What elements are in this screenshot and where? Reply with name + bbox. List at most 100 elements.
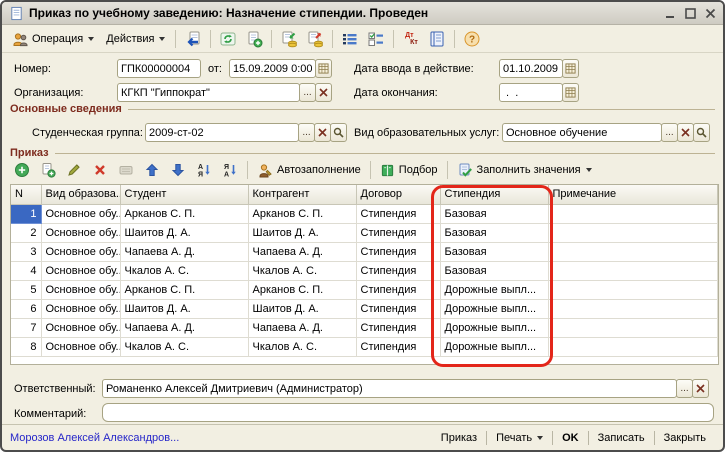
end-calendar-button[interactable] [562, 83, 579, 102]
cell-n[interactable]: 3 [11, 242, 41, 261]
actions-menu-button[interactable]: Действия [101, 28, 170, 50]
cell-scholarship[interactable]: Дорожные выпл... [440, 299, 548, 318]
cell-n[interactable]: 8 [11, 337, 41, 356]
sort-ascending-button[interactable]: АЯ [192, 159, 216, 181]
cell-student[interactable]: Арканов С. П. [120, 280, 248, 299]
student-group-clear-button[interactable] [314, 123, 331, 142]
help-button[interactable]: ? [460, 28, 484, 50]
reread-button[interactable] [181, 28, 205, 50]
operation-menu-button[interactable]: Операция [7, 28, 99, 50]
cell-contract[interactable]: Стипендия [356, 280, 440, 299]
move-down-button[interactable] [166, 159, 190, 181]
column-header-note[interactable]: Примечание [548, 185, 718, 204]
cell-contractor[interactable]: Чкалов А. С. [248, 337, 356, 356]
cell-student[interactable]: Чапаева А. Д. [120, 318, 248, 337]
from-date-input[interactable] [229, 59, 316, 78]
cell-student[interactable]: Шаитов Д. А. [120, 299, 248, 318]
cell-education-type[interactable]: Основное обу... [41, 318, 120, 337]
save-button[interactable]: Записать [589, 432, 654, 444]
cell-scholarship[interactable]: Дорожные выпл... [440, 280, 548, 299]
pick-button[interactable]: Подбор [376, 160, 442, 181]
ok-button[interactable]: OK [553, 432, 588, 444]
dtkt-button[interactable]: ДтКт [399, 28, 423, 50]
education-type-select-button[interactable]: ... [661, 123, 678, 142]
cell-education-type[interactable]: Основное обу... [41, 280, 120, 299]
end-edit-button[interactable] [114, 159, 138, 181]
table-row[interactable]: 7 Основное обу... Чапаева А. Д. Чапаева … [11, 318, 718, 337]
autofill-button[interactable]: Автозаполнение [253, 160, 365, 181]
column-header-education-type[interactable]: Вид образова... [41, 185, 120, 204]
column-header-contract[interactable]: Договор [356, 185, 440, 204]
cell-education-type[interactable]: Основное обу... [41, 204, 120, 223]
cell-contractor[interactable]: Шаитов Д. А. [248, 299, 356, 318]
list-button[interactable] [338, 28, 362, 50]
cell-contractor[interactable]: Чапаева А. Д. [248, 242, 356, 261]
education-type-clear-button[interactable] [677, 123, 694, 142]
column-header-n[interactable]: N [11, 185, 41, 204]
column-header-contractor[interactable]: Контрагент [248, 185, 356, 204]
close-button[interactable] [705, 8, 716, 19]
student-group-open-button[interactable] [330, 123, 347, 142]
education-type-input[interactable] [502, 123, 662, 142]
minimize-button[interactable] [665, 8, 676, 19]
cell-education-type[interactable]: Основное обу... [41, 223, 120, 242]
cell-student[interactable]: Чкалов А. С. [120, 337, 248, 356]
move-up-button[interactable] [140, 159, 164, 181]
unpost-document-button[interactable] [303, 28, 327, 50]
organization-clear-button[interactable] [315, 83, 332, 102]
cell-note[interactable] [548, 204, 718, 223]
cell-n[interactable]: 5 [11, 280, 41, 299]
student-group-input[interactable] [145, 123, 299, 142]
column-header-scholarship[interactable]: Стипендия [440, 185, 548, 204]
cell-education-type[interactable]: Основное обу... [41, 337, 120, 356]
number-input[interactable] [117, 59, 201, 78]
cell-note[interactable] [548, 223, 718, 242]
edit-row-button[interactable] [62, 159, 86, 181]
cell-contract[interactable]: Стипендия [356, 299, 440, 318]
cell-note[interactable] [548, 318, 718, 337]
column-header-student[interactable]: Студент [120, 185, 248, 204]
education-type-open-button[interactable] [693, 123, 710, 142]
cell-contract[interactable]: Стипендия [356, 318, 440, 337]
cell-contractor[interactable]: Шаитов Д. А. [248, 223, 356, 242]
responsible-select-button[interactable]: ... [676, 379, 693, 398]
cell-scholarship[interactable]: Дорожные выпл... [440, 318, 548, 337]
responsible-clear-button[interactable] [692, 379, 709, 398]
fill-values-button[interactable]: Заполнить значения [453, 160, 596, 181]
cell-contractor[interactable]: Арканов С. П. [248, 204, 356, 223]
table-row[interactable]: 1 Основное обу... Арканов С. П. Арканов … [11, 204, 718, 223]
responsible-input[interactable] [102, 379, 677, 398]
cell-student[interactable]: Чапаева А. Д. [120, 242, 248, 261]
cell-n[interactable]: 7 [11, 318, 41, 337]
cell-student[interactable]: Чкалов А. С. [120, 261, 248, 280]
checklist-button[interactable] [364, 28, 388, 50]
cell-contractor[interactable]: Чапаева А. Д. [248, 318, 356, 337]
maximize-button[interactable] [685, 8, 696, 19]
cell-note[interactable] [548, 280, 718, 299]
end-date-input[interactable] [499, 83, 563, 102]
cell-note[interactable] [548, 242, 718, 261]
table-row[interactable]: 4 Основное обу... Чкалов А. С. Чкалов А.… [11, 261, 718, 280]
cell-education-type[interactable]: Основное обу... [41, 299, 120, 318]
effective-calendar-button[interactable] [562, 59, 579, 78]
sort-descending-button[interactable]: ЯА [218, 159, 242, 181]
close-window-button[interactable]: Закрыть [655, 432, 715, 444]
comment-input[interactable] [102, 403, 714, 422]
table-row[interactable]: 3 Основное обу... Чапаева А. Д. Чапаева … [11, 242, 718, 261]
cell-scholarship[interactable]: Базовая [440, 223, 548, 242]
cell-note[interactable] [548, 261, 718, 280]
cell-contract[interactable]: Стипендия [356, 242, 440, 261]
cell-scholarship[interactable]: Базовая [440, 242, 548, 261]
table-row[interactable]: 2 Основное обу... Шаитов Д. А. Шаитов Д.… [11, 223, 718, 242]
add-row-button[interactable] [10, 159, 34, 181]
post-document-button[interactable] [277, 28, 301, 50]
cell-scholarship[interactable]: Базовая [440, 204, 548, 223]
cell-education-type[interactable]: Основное обу... [41, 242, 120, 261]
cell-student[interactable]: Шаитов Д. А. [120, 223, 248, 242]
cell-contract[interactable]: Стипендия [356, 223, 440, 242]
copy-row-button[interactable] [36, 159, 60, 181]
student-group-select-button[interactable]: ... [298, 123, 315, 142]
delete-row-button[interactable] [88, 159, 112, 181]
order-print-button[interactable]: Приказ [432, 432, 486, 444]
refresh-button[interactable] [216, 28, 240, 50]
